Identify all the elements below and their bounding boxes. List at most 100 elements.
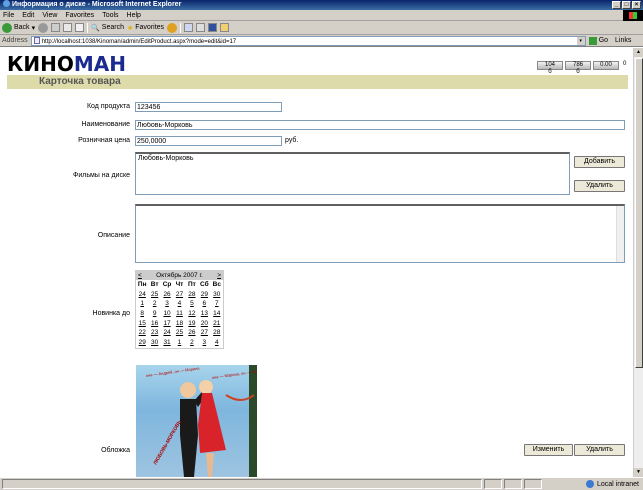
calendar-day[interactable]: 25 — [148, 290, 160, 300]
price-input[interactable] — [135, 136, 282, 146]
calendar-day[interactable]: 22 — [136, 328, 148, 338]
calendar-day[interactable]: 24 — [161, 328, 173, 338]
cover-label: Обложка — [101, 447, 130, 454]
price-unit: руб. — [285, 137, 299, 144]
calendar-day[interactable]: 25 — [173, 328, 185, 338]
page-content: КИНОМАН 104 б 786 б 0.00 0 Карточка това… — [0, 48, 633, 477]
calendar-day[interactable]: 24 — [136, 290, 148, 300]
print-icon[interactable] — [196, 23, 206, 32]
prev-month-link[interactable]: < — [138, 272, 142, 279]
page-scrollbar[interactable]: ▲ ▼ — [633, 48, 643, 477]
cover-spine — [249, 365, 257, 477]
calendar-day[interactable]: 17 — [161, 319, 173, 329]
search-button[interactable]: 🔍 Search — [91, 24, 124, 32]
calendar-day[interactable]: 2 — [186, 338, 198, 348]
security-zone: Local intranet — [585, 480, 639, 488]
stat-badge: 0.00 — [593, 61, 619, 70]
calendar-day[interactable]: 1 — [173, 338, 185, 348]
films-list-item[interactable]: Любовь-Морковь — [138, 155, 567, 162]
add-film-button[interactable]: Добавить — [574, 156, 625, 168]
calendar-day[interactable]: 18 — [173, 319, 185, 329]
scroll-down-icon[interactable]: ▼ — [634, 468, 643, 477]
scroll-up-icon[interactable]: ▲ — [634, 48, 643, 57]
calendar-day[interactable]: 5 — [186, 299, 198, 309]
textarea-scrollbar[interactable] — [616, 206, 624, 262]
calendar-day[interactable]: 26 — [186, 328, 198, 338]
menu-favorites[interactable]: Favorites — [65, 12, 94, 19]
calendar-day[interactable]: 28 — [211, 328, 223, 338]
code-input[interactable] — [135, 102, 282, 112]
calendar-day[interactable]: 19 — [186, 319, 198, 329]
calendar-day[interactable]: 1 — [136, 299, 148, 309]
calendar-dow: Ср — [162, 281, 172, 288]
calendar-day[interactable]: 31 — [161, 338, 173, 348]
site-logo[interactable]: КИНОМАН — [7, 54, 126, 74]
calendar-day[interactable]: 2 — [148, 299, 160, 309]
calendar-day[interactable]: 27 — [173, 290, 185, 300]
calendar-day[interactable]: 26 — [161, 290, 173, 300]
calendar-day[interactable]: 29 — [136, 338, 148, 348]
folder-icon[interactable] — [220, 23, 230, 32]
links-button[interactable]: Links — [615, 37, 631, 44]
calendar-day[interactable]: 4 — [173, 299, 185, 309]
calendar-day[interactable]: 13 — [198, 309, 210, 319]
calendar-day[interactable]: 16 — [148, 319, 160, 329]
scroll-thumb[interactable] — [635, 58, 643, 368]
close-icon[interactable]: × — [632, 1, 641, 9]
maximize-icon[interactable]: □ — [622, 1, 631, 9]
calendar-day[interactable]: 30 — [148, 338, 160, 348]
menu-tools[interactable]: Tools — [102, 12, 118, 19]
calendar-day[interactable]: 3 — [198, 338, 210, 348]
chevron-down-icon[interactable]: ▾ — [576, 36, 585, 45]
stop-icon[interactable] — [51, 23, 61, 32]
go-arrow-icon — [588, 36, 597, 45]
mail-icon[interactable] — [184, 23, 194, 32]
minimize-icon[interactable]: _ — [612, 1, 621, 9]
calendar-dow: Пн — [137, 281, 147, 288]
calendar-day[interactable]: 30 — [211, 290, 223, 300]
forward-button[interactable] — [38, 22, 49, 33]
menu-bar: File Edit View Favorites Tools Help — [0, 10, 643, 21]
calendar-day[interactable]: 3 — [161, 299, 173, 309]
menu-help[interactable]: Help — [127, 12, 141, 19]
calendar-day[interactable]: 14 — [211, 309, 223, 319]
calendar-day[interactable]: 8 — [136, 309, 148, 319]
go-label: Go — [598, 37, 609, 44]
home-icon[interactable] — [75, 23, 85, 32]
description-textarea[interactable] — [135, 204, 625, 263]
calendar-day[interactable]: 28 — [186, 290, 198, 300]
calendar-day[interactable]: 21 — [211, 319, 223, 329]
name-input[interactable] — [135, 120, 625, 130]
delete-film-button[interactable]: Удалить — [574, 180, 625, 192]
status-cell — [484, 479, 502, 489]
delete-cover-button[interactable]: Удалить — [574, 444, 625, 456]
change-cover-button[interactable]: Изменить — [524, 444, 573, 456]
back-button[interactable]: Back ▾ — [2, 22, 35, 33]
calendar-day[interactable]: 9 — [148, 309, 160, 319]
calendar-day[interactable]: 15 — [136, 319, 148, 329]
calendar-day[interactable]: 4 — [211, 338, 223, 348]
favorites-label: Favorites — [135, 24, 165, 31]
calendar-day[interactable]: 20 — [198, 319, 210, 329]
calendar-day[interactable]: 7 — [211, 299, 223, 309]
go-button[interactable]: Go — [588, 36, 609, 45]
calendar-day[interactable]: 29 — [198, 290, 210, 300]
calendar-day[interactable]: 10 — [161, 309, 173, 319]
menu-file[interactable]: File — [3, 12, 14, 19]
address-input[interactable]: http://localhost:1038/Kinoman/admin/Edit… — [30, 35, 586, 46]
favorites-button[interactable]: ★ Favorites — [127, 24, 164, 32]
word-icon[interactable] — [208, 23, 218, 32]
next-month-link[interactable]: > — [217, 272, 221, 279]
menu-edit[interactable]: Edit — [22, 12, 34, 19]
calendar-day[interactable]: 23 — [148, 328, 160, 338]
calendar-day[interactable]: 11 — [173, 309, 185, 319]
calendar-day[interactable]: 12 — [186, 309, 198, 319]
films-listbox[interactable]: Любовь-Морковь — [135, 152, 570, 195]
address-label: Address — [2, 37, 28, 44]
calendar-day[interactable]: 6 — [198, 299, 210, 309]
calendar-day[interactable]: 27 — [198, 328, 210, 338]
refresh-icon[interactable] — [63, 23, 73, 32]
menu-view[interactable]: View — [42, 12, 57, 19]
history-icon[interactable] — [167, 22, 178, 33]
cover-woman-head — [199, 380, 213, 394]
